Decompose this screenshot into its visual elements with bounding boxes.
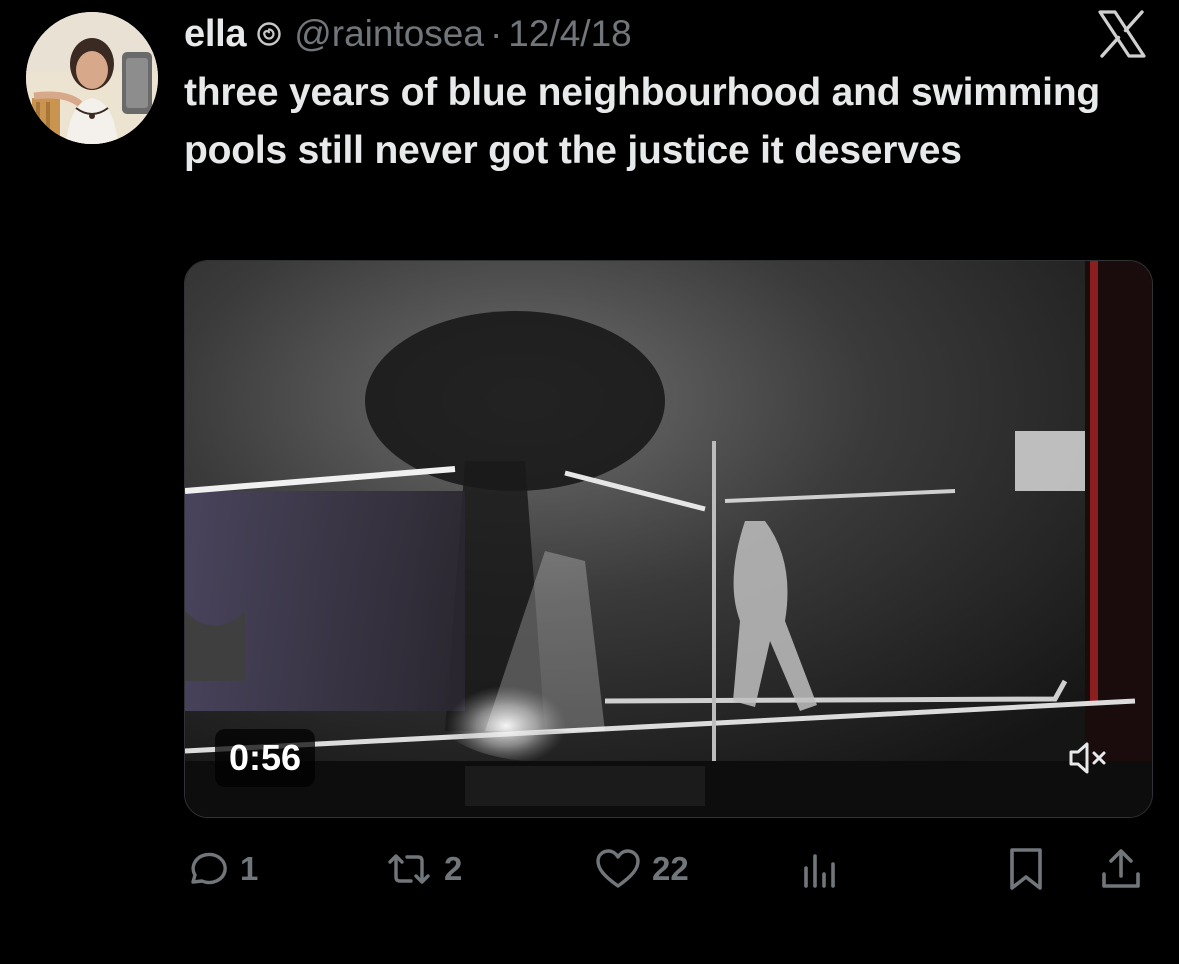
x-logo-icon[interactable] bbox=[1096, 8, 1148, 60]
like-button[interactable]: 22 bbox=[594, 838, 689, 900]
reply-count: 1 bbox=[240, 850, 259, 887]
reply-icon bbox=[184, 846, 230, 892]
speaker-muted-icon[interactable] bbox=[1059, 729, 1117, 787]
video-duration: 0:56 bbox=[215, 729, 316, 787]
tweet-header: ella @raintosea · 12/4/18 bbox=[184, 8, 632, 60]
like-count: 22 bbox=[652, 850, 689, 887]
share-button[interactable] bbox=[1098, 838, 1144, 900]
separator-dot: · bbox=[489, 13, 503, 54]
views-button[interactable] bbox=[798, 838, 842, 900]
action-bar: 1 2 22 bbox=[184, 838, 1151, 900]
tweet-text: three years of blue neighbourhood and sw… bbox=[184, 71, 1101, 172]
repost-count: 2 bbox=[444, 850, 463, 887]
heart-icon bbox=[594, 846, 642, 892]
author-handle[interactable]: @raintosea bbox=[294, 13, 484, 55]
author-name[interactable]: ella bbox=[184, 13, 246, 56]
tweet-date[interactable]: 12/4/18 bbox=[508, 13, 631, 55]
reply-button[interactable]: 1 bbox=[184, 838, 258, 900]
avatar[interactable] bbox=[26, 12, 158, 144]
repost-button[interactable]: 2 bbox=[384, 838, 462, 900]
video-frame bbox=[185, 261, 1152, 817]
video-player[interactable]: 0:56 bbox=[184, 260, 1153, 818]
share-icon bbox=[1098, 844, 1144, 894]
bar-chart-icon bbox=[798, 846, 842, 892]
bookmark-button[interactable] bbox=[1004, 838, 1048, 900]
repost-icon bbox=[384, 846, 434, 892]
bookmark-icon bbox=[1004, 844, 1048, 894]
spiral-badge-icon bbox=[256, 21, 282, 47]
